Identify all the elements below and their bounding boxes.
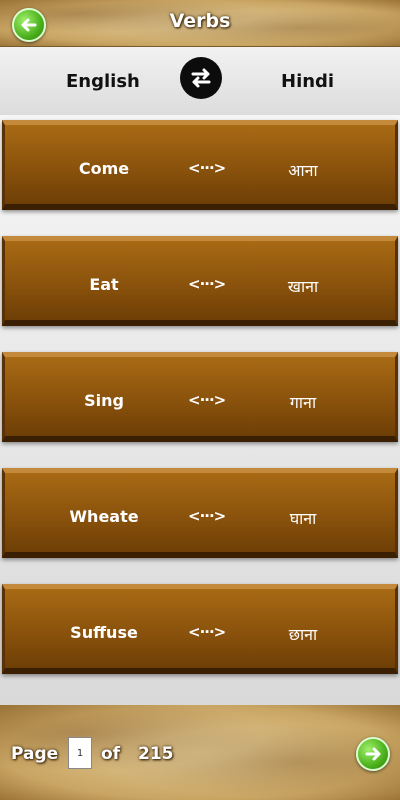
english-word: Sing — [84, 391, 124, 410]
language-bar: English Hindi — [0, 47, 400, 115]
total-pages: 215 — [138, 744, 174, 764]
english-word: Wheate — [69, 507, 139, 526]
translation-separator: <···> — [188, 275, 226, 293]
swap-language-button[interactable] — [180, 57, 222, 99]
translation-separator: <···> — [188, 623, 226, 641]
hindi-word: गाना — [289, 393, 317, 412]
translation-separator: <···> — [188, 159, 226, 177]
english-word: Come — [78, 159, 130, 178]
word-card[interactable]: Eat <···> खाना — [2, 236, 398, 326]
swap-arrows-icon — [191, 68, 211, 88]
word-card[interactable]: Sing <···> गाना — [2, 352, 398, 442]
source-language-label: English — [66, 71, 140, 92]
word-list: Come <···> आना Eat <···> खाना Sing <···>… — [0, 115, 400, 705]
next-page-button[interactable] — [356, 737, 390, 771]
word-card[interactable]: Suffuse <···> छाना — [2, 584, 398, 674]
page-title: Verbs — [169, 10, 231, 32]
hindi-word: घाना — [289, 509, 317, 528]
target-language-label: Hindi — [281, 71, 335, 92]
arrow-right-icon — [365, 747, 381, 761]
hindi-word: छाना — [288, 625, 318, 644]
page-number-input[interactable]: 1 — [68, 737, 92, 769]
top-bar: Verbs — [0, 0, 400, 47]
pagination-bar: Page 1 of 215 — [0, 705, 400, 800]
hindi-word: आना — [288, 161, 318, 180]
word-card[interactable]: Come <···> आना — [2, 120, 398, 210]
english-word: Eat — [89, 275, 119, 294]
translation-separator: <···> — [188, 507, 226, 525]
hindi-word: खाना — [287, 277, 319, 296]
english-word: Suffuse — [70, 623, 138, 642]
page-label: Page — [11, 744, 59, 764]
word-card[interactable]: Wheate <···> घाना — [2, 468, 398, 558]
of-label: of — [101, 744, 121, 764]
translation-separator: <···> — [188, 391, 226, 409]
